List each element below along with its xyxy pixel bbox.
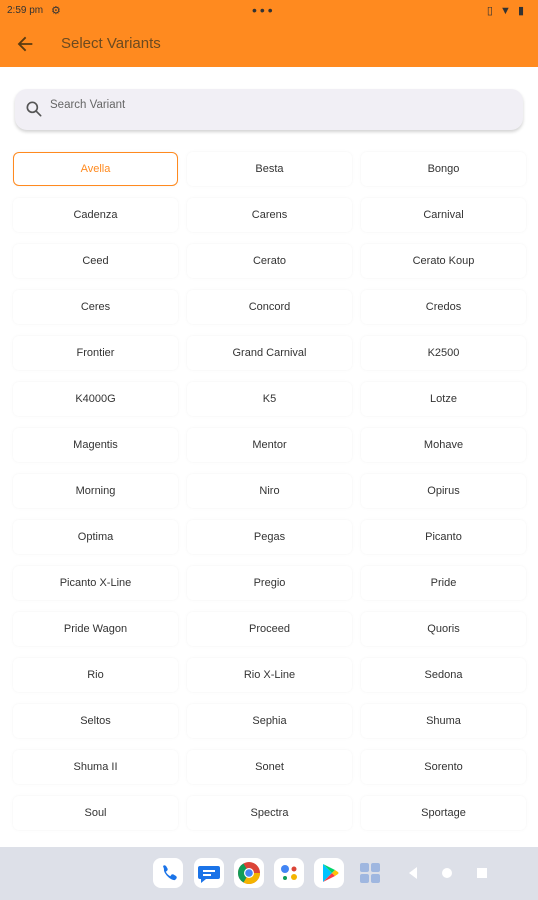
variant-chip[interactable]: Shuma II xyxy=(13,750,178,784)
variant-chip[interactable]: K5 xyxy=(187,382,352,416)
play-store-icon[interactable] xyxy=(314,858,344,888)
variant-chip[interactable]: Sephia xyxy=(187,704,352,738)
variant-chip[interactable]: K4000G xyxy=(13,382,178,416)
variant-chip[interactable]: Spectra xyxy=(187,796,352,830)
variant-chip[interactable]: Rio xyxy=(13,658,178,692)
variant-chip[interactable]: Carnival xyxy=(361,198,526,232)
variant-chip[interactable]: Pride xyxy=(361,566,526,600)
variant-chip[interactable]: Magentis xyxy=(13,428,178,462)
variant-chip[interactable]: Shuma xyxy=(361,704,526,738)
variant-chip[interactable]: Avella xyxy=(13,152,178,186)
variant-chip[interactable]: Carens xyxy=(187,198,352,232)
variant-chip[interactable]: Cerato Koup xyxy=(361,244,526,278)
nav-recents-icon[interactable] xyxy=(471,862,493,884)
variant-chip[interactable]: K2500 xyxy=(361,336,526,370)
variant-chip[interactable]: Grand Carnival xyxy=(187,336,352,370)
variant-chip[interactable]: Morning xyxy=(13,474,178,508)
variant-chip[interactable]: Niro xyxy=(187,474,352,508)
variant-chip[interactable]: Seltos xyxy=(13,704,178,738)
nav-home-icon[interactable] xyxy=(436,862,458,884)
battery-icon: ▮ xyxy=(517,5,526,17)
variant-chip[interactable]: Sedona xyxy=(361,658,526,692)
variant-chip[interactable]: Sorento xyxy=(361,750,526,784)
search-bar[interactable] xyxy=(15,89,523,130)
variant-chip[interactable]: Frontier xyxy=(13,336,178,370)
variant-chip[interactable]: Credos xyxy=(361,290,526,324)
variant-chip[interactable]: Sonet xyxy=(187,750,352,784)
system-navbar xyxy=(0,847,538,900)
vibrate-icon: ▯ xyxy=(486,5,495,17)
settings-status-icon: ⚙ xyxy=(51,5,61,17)
nav-back-icon[interactable] xyxy=(402,862,424,884)
variant-chip[interactable]: Quoris xyxy=(361,612,526,646)
variant-grid: Avella Besta Bongo Cadenza Carens Carnival Cee… xyxy=(13,152,526,830)
variant-chip[interactable]: Soul xyxy=(13,796,178,830)
variant-chip[interactable]: Mohave xyxy=(361,428,526,462)
phone-icon[interactable] xyxy=(153,858,183,888)
variant-chip[interactable]: Concord xyxy=(187,290,352,324)
variant-chip[interactable]: Picanto X-Line xyxy=(13,566,178,600)
status-dots: ••• xyxy=(252,2,276,18)
status-bar: 2:59 pm ⚙ ••• ▯ ▼ ▮ xyxy=(0,0,538,22)
variant-chip[interactable]: Pregio xyxy=(187,566,352,600)
variant-chip[interactable]: Picanto xyxy=(361,520,526,554)
variant-chip[interactable]: Besta xyxy=(187,152,352,186)
variant-chip[interactable]: Pegas xyxy=(187,520,352,554)
variant-chip[interactable]: Cadenza xyxy=(13,198,178,232)
variant-chip[interactable]: Cerato xyxy=(187,244,352,278)
variant-chip[interactable]: Pride Wagon xyxy=(13,612,178,646)
app-header: 2:59 pm ⚙ ••• ▯ ▼ ▮ Select Variants xyxy=(0,0,538,67)
chrome-icon[interactable] xyxy=(234,858,264,888)
page-title: Select Variants xyxy=(61,35,161,52)
app-drawer-icon[interactable] xyxy=(358,861,382,885)
variant-chip[interactable]: Ceed xyxy=(13,244,178,278)
status-indicators: ▯ ▼ ▮ xyxy=(487,4,526,17)
variant-chip[interactable]: Sportage xyxy=(361,796,526,830)
variant-chip[interactable]: Mentor xyxy=(187,428,352,462)
variant-chip[interactable]: Optima xyxy=(13,520,178,554)
messages-icon[interactable] xyxy=(194,858,224,888)
variant-chip[interactable]: Rio X-Line xyxy=(187,658,352,692)
variant-chip[interactable]: Bongo xyxy=(361,152,526,186)
search-input[interactable] xyxy=(50,94,510,116)
wifi-icon: ▼ xyxy=(499,5,513,17)
back-arrow-icon[interactable] xyxy=(14,33,36,55)
variant-chip[interactable]: Lotze xyxy=(361,382,526,416)
status-time: 2:59 pm xyxy=(7,5,44,16)
search-icon xyxy=(26,101,42,117)
variant-chip[interactable]: Ceres xyxy=(13,290,178,324)
variant-chip[interactable]: Proceed xyxy=(187,612,352,646)
assistant-icon[interactable] xyxy=(274,858,304,888)
variant-chip[interactable]: Opirus xyxy=(361,474,526,508)
